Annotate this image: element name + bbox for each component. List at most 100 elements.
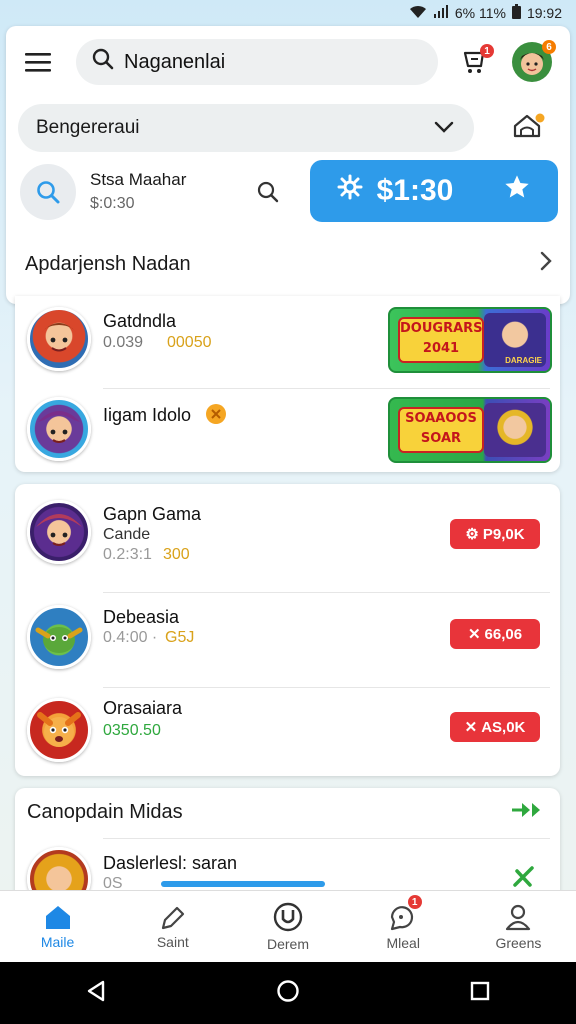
- gear-icon: [337, 174, 363, 208]
- balance-button[interactable]: $1:30: [310, 160, 558, 222]
- user-name: Stsa Maahar: [90, 170, 187, 189]
- game-title: Daslerlesl: saran: [103, 853, 238, 873]
- nav-label: Greens: [495, 934, 542, 951]
- user-subtext: $:0:30: [90, 195, 135, 212]
- progress-bar: [161, 881, 325, 887]
- back-icon[interactable]: [85, 979, 107, 1008]
- promo-text: DOUGRARS 2041: [398, 317, 484, 363]
- edit-icon: [161, 906, 184, 929]
- nav-item-edit[interactable]: Saint: [115, 891, 230, 962]
- section-title: Apdarjensh Nadan: [25, 252, 191, 275]
- status-bar: 6% 11% 19:92: [0, 0, 576, 26]
- close-icon: ✕: [467, 626, 481, 643]
- chevron-right-icon: [540, 251, 552, 277]
- search-value: Naganenlai: [124, 50, 226, 73]
- game-sub-a: 0.4:00 ·: [103, 629, 158, 646]
- fast-forward-icon: [510, 801, 546, 824]
- star-icon: [503, 173, 531, 209]
- battery-text: 6% 11%: [454, 5, 506, 21]
- game-title: Gatdndla: [103, 311, 177, 331]
- promo-caption: DARAGIE: [505, 356, 542, 365]
- section-header-featured[interactable]: Apdarjensh Nadan: [6, 240, 570, 288]
- character-icon: [42, 323, 76, 352]
- recents-icon[interactable]: [469, 980, 491, 1007]
- list-item[interactable]: Gatdndla 0.039 00050 DOUGRARS 2041 DARAG…: [15, 296, 560, 388]
- home-icon: [45, 905, 70, 929]
- nav-item-center[interactable]: Derem: [230, 891, 345, 962]
- category-select-value: Bengereraui: [36, 117, 140, 138]
- progress-fill: [161, 881, 325, 887]
- list-item[interactable]: Orasaiara 0350.50 ✕ AS,0K: [15, 688, 560, 776]
- profile-avatar[interactable]: 6: [512, 40, 556, 82]
- close-icon: ✕: [464, 719, 478, 736]
- game-avatar: [27, 698, 91, 762]
- avatar-badge: 6: [542, 40, 556, 54]
- search-icon: [37, 181, 60, 204]
- nav-label: Saint: [156, 933, 189, 950]
- creature-icon: [35, 627, 83, 653]
- section-header-2[interactable]: Canopdain Midas: [15, 788, 560, 836]
- promo-art: [484, 403, 546, 457]
- creature-icon: [37, 712, 81, 747]
- character-icon: [38, 411, 80, 443]
- game-title: Iigam Idolo: [103, 405, 192, 425]
- balance-amount: $1:30: [376, 174, 454, 207]
- nav-label: Mleal: [386, 934, 420, 951]
- chevron-down-icon: [434, 117, 454, 139]
- game-sub-b: 0350.50: [103, 722, 161, 739]
- price-chip[interactable]: ✕ AS,0K: [450, 712, 540, 742]
- game-title-line2: Cande: [103, 526, 151, 543]
- nav-label: Derem: [267, 935, 310, 952]
- list-item[interactable]: Gapn Gama Cande 0.2:3:1 300 ⚙ P9,0K: [15, 484, 560, 592]
- game-sub-b: 00050: [167, 334, 212, 351]
- promo-banner[interactable]: DOUGRARS 2041 DARAGIE: [388, 307, 552, 373]
- bottom-nav: Maile Saint Derem 1 Mleal Greens: [0, 890, 576, 962]
- game-title: Orasaiara: [103, 698, 183, 718]
- nav-item-home[interactable]: Maile: [0, 891, 115, 962]
- cart-badge: 1: [480, 44, 494, 58]
- user-search-avatar: [20, 164, 76, 220]
- price-chip[interactable]: ✕ 66,06: [450, 619, 540, 649]
- game-sub-a: 0.2:3:1: [103, 546, 152, 563]
- cart-button[interactable]: 1: [458, 44, 494, 78]
- search-input[interactable]: Naganenlai: [76, 39, 438, 85]
- person-icon: [506, 904, 531, 930]
- chat-badge: 1: [407, 895, 422, 909]
- list-item[interactable]: Iigam Idolo SOAAOOS SOAR: [15, 389, 560, 471]
- game-avatar: [27, 500, 91, 564]
- games-list-card: Gapn Gama Cande 0.2:3:1 300 ⚙ P9,0K Debe…: [15, 484, 560, 776]
- menu-icon[interactable]: [20, 48, 56, 76]
- system-nav-bar: [0, 962, 576, 1024]
- price-chip-label: 66,06: [484, 625, 523, 643]
- search-icon[interactable]: [256, 180, 280, 209]
- category-select[interactable]: Bengereraui: [18, 104, 474, 152]
- nav-label: Maile: [40, 933, 75, 950]
- price-chip-label: AS,0K: [481, 718, 526, 736]
- header-card: Naganenlai 1 6 Bengereraui Stsa Maahar $…: [6, 26, 570, 304]
- cloud-button[interactable]: [508, 108, 548, 144]
- home-circle-icon[interactable]: [276, 979, 300, 1008]
- game-avatar: [27, 397, 91, 461]
- status-time: 19:92: [526, 5, 562, 21]
- game-sub-b: G5J: [165, 629, 195, 646]
- promo-banner[interactable]: SOAAOOS SOAR: [388, 397, 552, 463]
- game-avatar: [27, 307, 91, 371]
- character-icon: [36, 514, 82, 546]
- featured-games-card: Gatdndla 0.039 00050 DOUGRARS 2041 DARAG…: [15, 296, 560, 472]
- nav-item-chat[interactable]: 1 Mleal: [346, 891, 461, 962]
- game-sub-a: 0.039: [103, 334, 144, 351]
- price-chip-label: P9,0K: [482, 525, 525, 543]
- search-icon: [92, 48, 114, 76]
- list-item[interactable]: Debeasia 0.4:00 · G5J ✕ 66,06: [15, 593, 560, 687]
- section-title: Canopdain Midas: [27, 800, 183, 823]
- signal-icon: [433, 4, 449, 22]
- game-avatar: [27, 605, 91, 669]
- coin-icon: [205, 403, 227, 430]
- user-row[interactable]: Stsa Maahar $:0:30: [20, 164, 290, 220]
- promo-text: SOAAOOS SOAR: [398, 407, 484, 453]
- nav-item-profile[interactable]: Greens: [461, 891, 576, 962]
- gear-icon: ⚙: [465, 526, 479, 543]
- wifi-icon: [409, 5, 427, 22]
- price-chip[interactable]: ⚙ P9,0K: [450, 519, 540, 549]
- u-circle-icon: [273, 902, 303, 931]
